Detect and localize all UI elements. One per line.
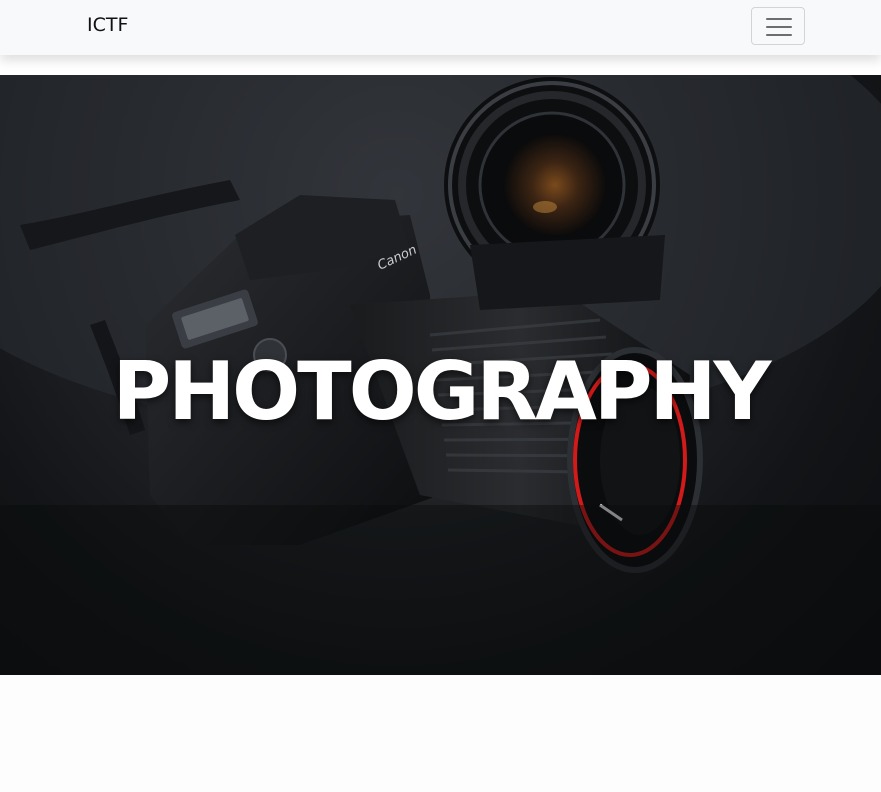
hero-title: PHOTOGRAPHY [112, 345, 772, 438]
hero-banner: Canon PHOTOGRAPHY [0, 75, 881, 675]
navbar-toggler-button[interactable] [751, 7, 805, 45]
navbar: ICTF [0, 0, 881, 55]
brand-link[interactable]: ICTF [87, 14, 128, 36]
page-content-area [0, 675, 881, 792]
